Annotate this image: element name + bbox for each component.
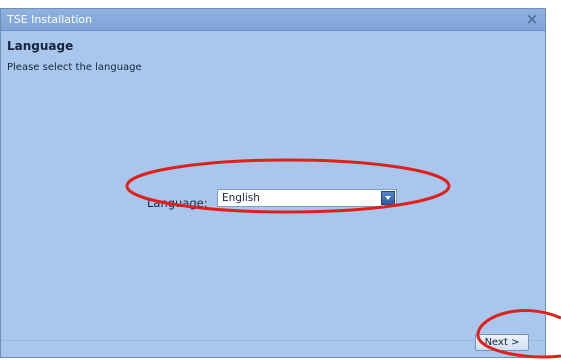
- page-title: Language: [7, 39, 74, 53]
- next-button[interactable]: Next >: [475, 334, 529, 351]
- dropdown-arrow-icon[interactable]: [381, 191, 395, 205]
- screenshot-stage: TSE Installation × Language Please selec…: [0, 0, 561, 360]
- language-select[interactable]: English: [217, 189, 397, 207]
- language-select-value: English: [222, 192, 260, 204]
- content-panel: Language Please select the language Lang…: [1, 31, 545, 357]
- page-subtitle: Please select the language: [7, 62, 142, 73]
- footer-divider: [1, 340, 545, 341]
- title-bar[interactable]: TSE Installation ×: [1, 9, 545, 31]
- installer-window: TSE Installation × Language Please selec…: [0, 8, 546, 358]
- window-title: TSE Installation: [7, 13, 93, 26]
- close-icon[interactable]: ×: [523, 10, 541, 28]
- language-label: Language:: [147, 196, 208, 210]
